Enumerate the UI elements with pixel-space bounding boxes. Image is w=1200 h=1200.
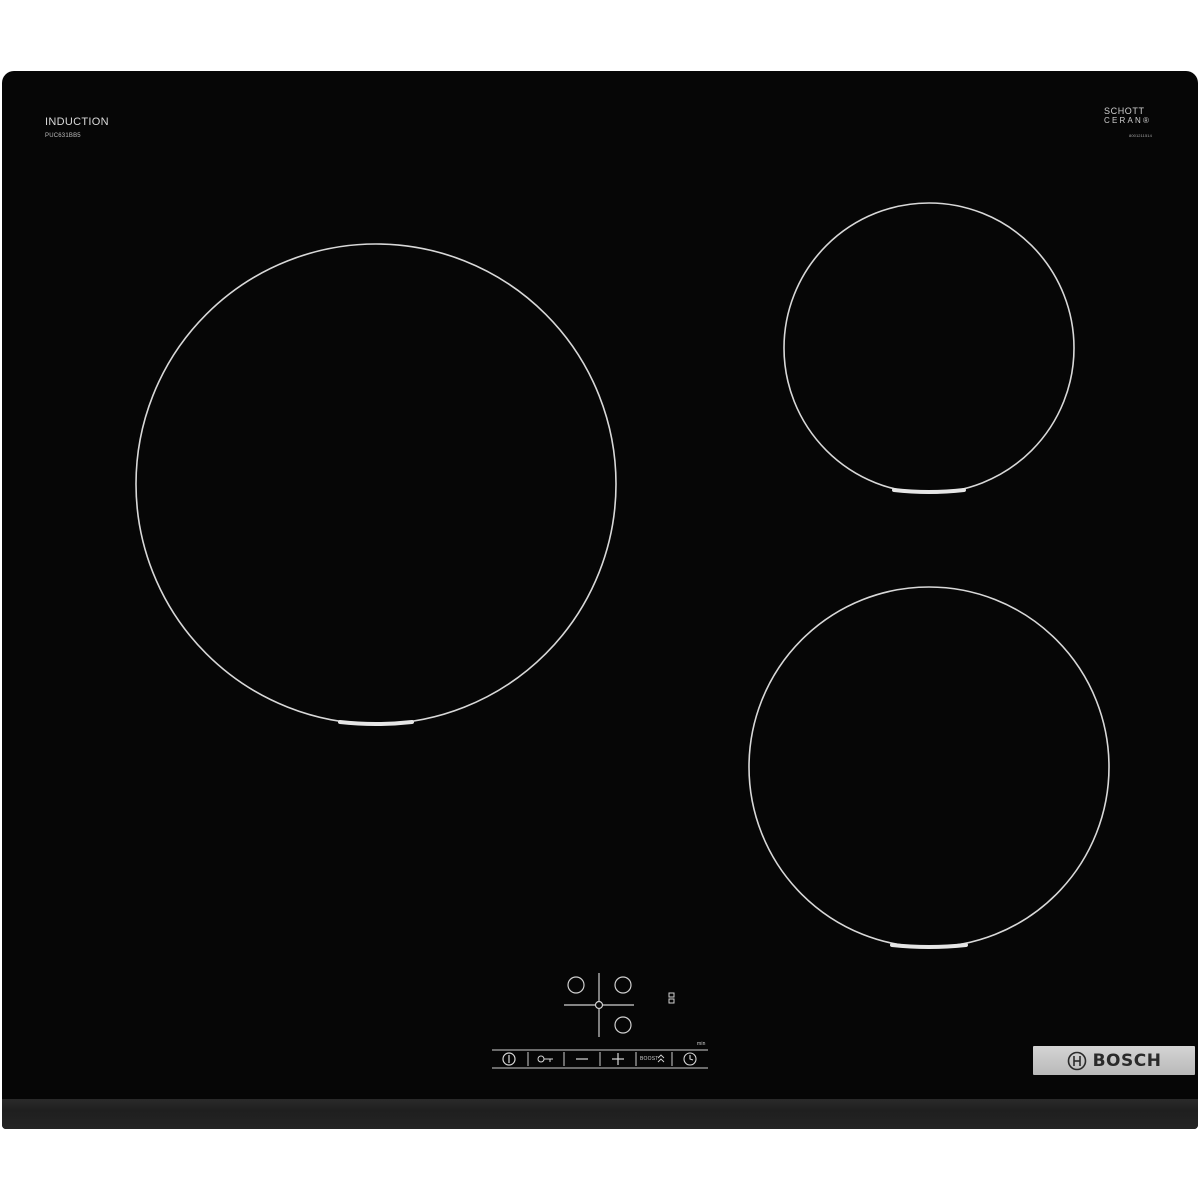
- power-key[interactable]: [502, 1052, 516, 1066]
- zone-select-rear-right: [614, 976, 632, 994]
- induction-hob: INDUCTION PUC631BB5 SCHOTT CERAN® 800121…: [2, 71, 1198, 1129]
- control-strip: [492, 1049, 708, 1069]
- cooking-zones: [135, 202, 1110, 1069]
- lock-key[interactable]: [537, 1055, 553, 1063]
- bosch-logo-icon: [1067, 1051, 1086, 1070]
- zone-timer-icon: [594, 1000, 604, 1010]
- double-chevron-up-icon: [657, 1054, 665, 1063]
- zone-select-rear-left: [567, 976, 585, 994]
- bosch-badge: BOSCH: [1033, 1046, 1195, 1075]
- cooking-zone-medium[interactable]: [748, 586, 1110, 949]
- zone-select-front-right: [614, 1016, 632, 1034]
- clock-icon: [683, 1052, 697, 1066]
- timer-key[interactable]: [683, 1052, 697, 1066]
- cooktop-photo: INDUCTION PUC631BB5 SCHOTT CERAN® 800121…: [0, 0, 1200, 1200]
- plus-key[interactable]: [612, 1053, 624, 1065]
- hob-front-edge: [2, 1099, 1198, 1129]
- cooking-zone-small[interactable]: [783, 202, 1075, 494]
- plus-icon: [612, 1053, 624, 1065]
- indicator-icon: [668, 992, 675, 1004]
- brand-name: BOSCH: [1092, 1050, 1162, 1071]
- boost-label: BOOST: [640, 1056, 659, 1062]
- cooking-zone-large[interactable]: [135, 243, 617, 726]
- key-icon: [537, 1055, 553, 1063]
- min-label: min: [697, 1041, 706, 1047]
- boost-key[interactable]: [657, 1054, 665, 1063]
- zone-selector[interactable]: [564, 973, 634, 1037]
